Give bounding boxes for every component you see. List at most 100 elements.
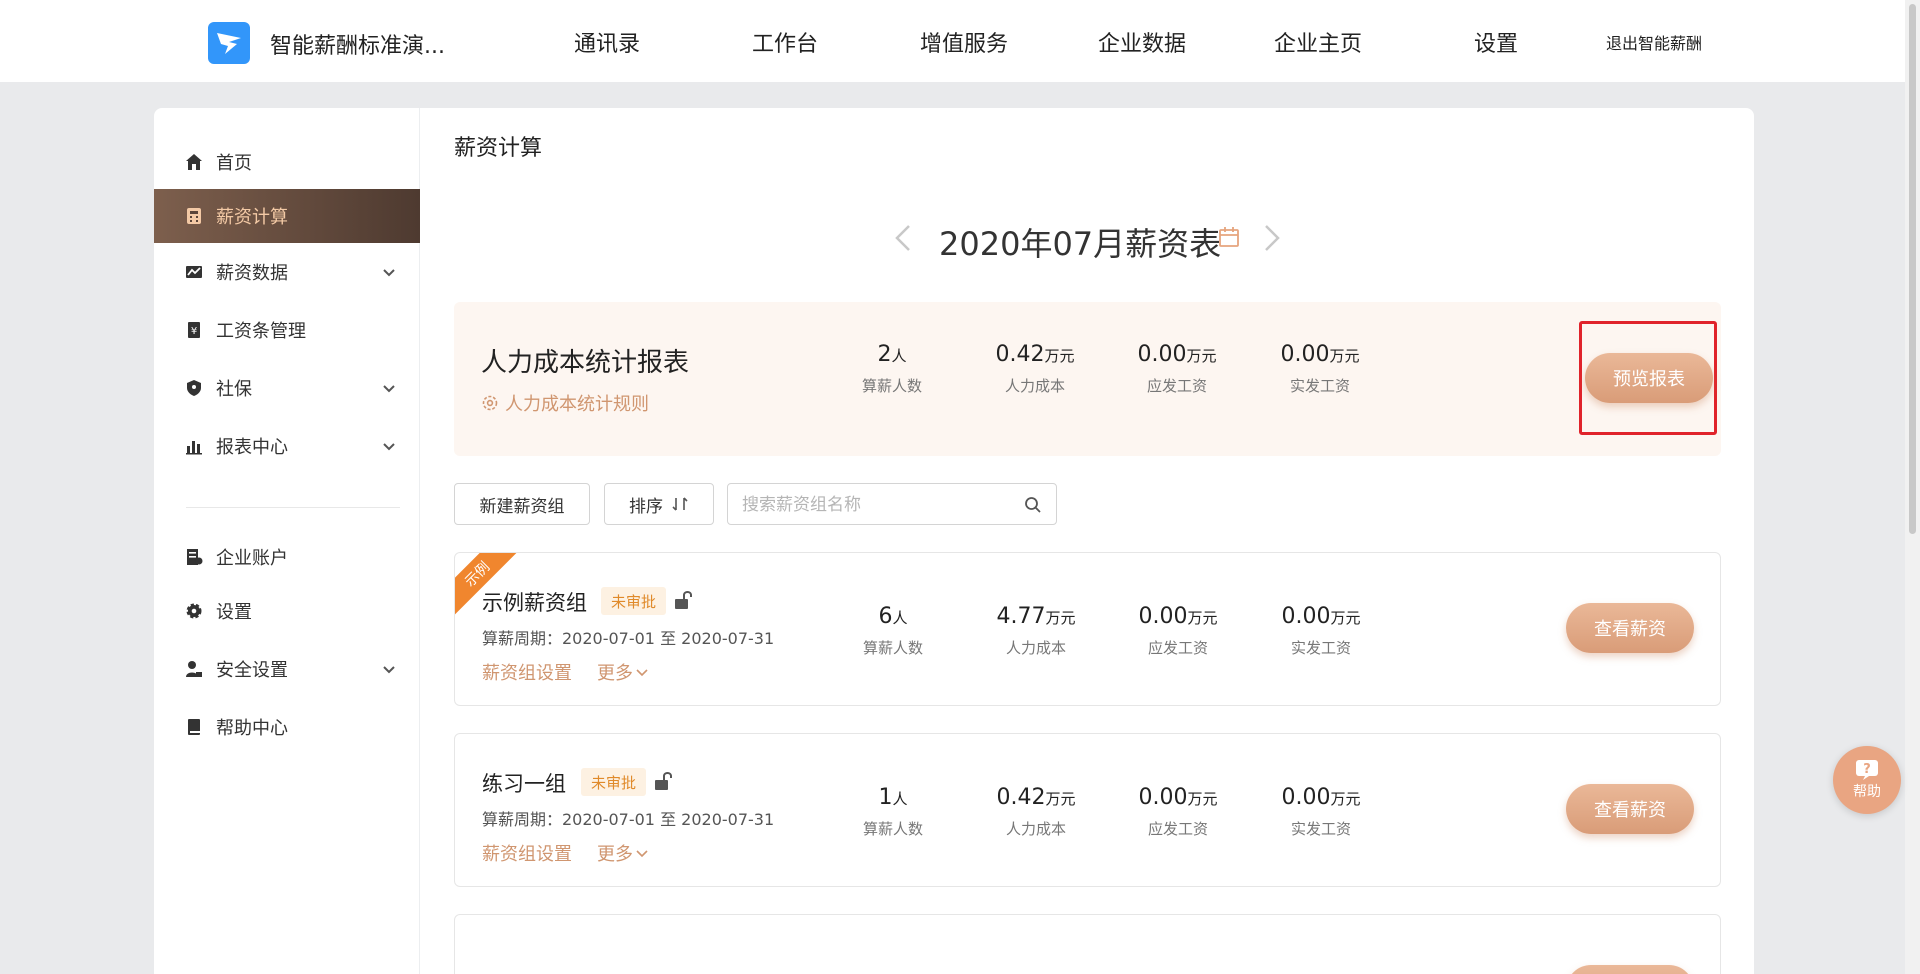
view-salary-button[interactable]: 查看薪资: [1566, 784, 1694, 834]
stat-label: 算薪人数: [862, 639, 923, 657]
sidebar: 首页 薪资计算 薪资数据 ¥ 工资条管理 社保 报表中心 企业账户 设置 安全设…: [154, 108, 420, 974]
sidebar-item-label: 薪资计算: [216, 207, 288, 228]
sidebar-item-settings[interactable]: 设置: [154, 584, 420, 638]
stat-unit: 万元: [1045, 609, 1076, 627]
nav-enterprise-home[interactable]: 企业主页: [1274, 26, 1362, 58]
nav-settings[interactable]: 设置: [1474, 26, 1518, 58]
chevron-left-icon[interactable]: [891, 223, 915, 253]
status-badge: 未审批: [581, 768, 647, 796]
sidebar-item-label: 社保: [216, 379, 252, 400]
page-scrollbar[interactable]: [1905, 0, 1920, 974]
top-navbar: 智能薪酬标准演... 通讯录 工作台 增值服务 企业数据 企业主页 设置 退出智…: [0, 0, 1905, 82]
stat-gross-pay: 0.00万元 应发工资: [1113, 785, 1243, 839]
stat-label: 应发工资: [1147, 820, 1208, 838]
stat-gross-pay: 0.00万元 应发工资: [1112, 342, 1242, 396]
nav-enterprise-data[interactable]: 企业数据: [1098, 26, 1186, 58]
unlock-icon[interactable]: [672, 589, 694, 611]
stat-label: 人力成本: [1004, 377, 1065, 395]
report-card: 人力成本统计报表 人力成本统计规则 2人 算薪人数 0.42万元 人力成本 0.…: [454, 302, 1721, 456]
search-box: [727, 483, 1057, 525]
sidebar-item-label: 安全设置: [216, 660, 288, 681]
view-salary-button-partial[interactable]: [1566, 965, 1694, 974]
stat-label: 人力成本: [1005, 820, 1066, 838]
chevron-right-icon[interactable]: [1260, 223, 1284, 253]
sidebar-item-salary-calc[interactable]: 薪资计算: [154, 189, 420, 243]
sidebar-item-label: 薪资数据: [216, 263, 288, 284]
sidebar-item-home[interactable]: 首页: [154, 135, 420, 189]
gear-icon: [482, 395, 498, 411]
stat-value: 6: [878, 604, 893, 629]
sidebar-item-payslip[interactable]: ¥ 工资条管理: [154, 303, 420, 357]
more-label: 更多: [597, 844, 633, 865]
search-input[interactable]: [742, 493, 1012, 517]
more-link[interactable]: 更多: [597, 659, 649, 685]
nav-value-added[interactable]: 增值服务: [920, 26, 1008, 58]
nav-exit[interactable]: 退出智能薪酬: [1606, 30, 1702, 54]
sort-label: 排序: [629, 496, 663, 517]
main-card: 首页 薪资计算 薪资数据 ¥ 工资条管理 社保 报表中心 企业账户 设置 安全设…: [154, 108, 1754, 974]
salary-group-card-partial: [454, 914, 1721, 974]
stat-unit: 万元: [1187, 790, 1218, 808]
more-link[interactable]: 更多: [597, 840, 649, 866]
stat-label: 应发工资: [1147, 639, 1208, 657]
view-salary-button[interactable]: 查看薪资: [1566, 603, 1694, 653]
stat-net-pay: 0.00万元 实发工资: [1256, 604, 1386, 658]
sort-button[interactable]: 排序: [604, 483, 714, 525]
help-icon: ?: [1856, 760, 1878, 780]
preview-report-button[interactable]: 预览报表: [1585, 353, 1713, 403]
month-title: 2020年07月薪资表: [939, 225, 1222, 263]
scrollbar-thumb[interactable]: [1909, 4, 1916, 534]
stat-value: 0.00: [1138, 604, 1188, 629]
sidebar-item-reports[interactable]: 报表中心: [154, 419, 420, 473]
app-logo-icon[interactable]: [208, 22, 250, 64]
sidebar-item-social-security[interactable]: 社保: [154, 361, 420, 415]
chevron-down-icon: [383, 269, 395, 277]
payslip-icon: ¥: [184, 320, 204, 340]
status-badge: 未审批: [601, 587, 667, 615]
nav-contacts[interactable]: 通讯录: [574, 26, 640, 58]
unlock-icon[interactable]: [652, 770, 674, 792]
sidebar-item-label: 帮助中心: [216, 718, 288, 739]
stat-value: 0.42: [995, 342, 1045, 367]
app-title[interactable]: 智能薪酬标准演...: [270, 28, 445, 60]
search-icon[interactable]: [1024, 496, 1042, 514]
chevron-down-icon: [383, 666, 395, 674]
chevron-down-icon: [636, 850, 648, 858]
stat-label: 人力成本: [1005, 639, 1066, 657]
sidebar-item-enterprise-account[interactable]: 企业账户: [154, 530, 420, 584]
calendar-icon[interactable]: [1218, 226, 1240, 248]
stat-value: 2: [877, 342, 892, 367]
new-salary-group-button[interactable]: 新建薪资组: [454, 483, 590, 525]
stat-unit: 万元: [1186, 347, 1217, 365]
group-settings-link[interactable]: 薪资组设置: [482, 840, 572, 866]
stat-headcount: 2人 算薪人数: [827, 342, 957, 396]
chevron-down-icon: [383, 443, 395, 451]
stat-unit: 万元: [1044, 347, 1075, 365]
group-settings-link[interactable]: 薪资组设置: [482, 659, 572, 685]
stat-value: 0.42: [996, 785, 1046, 810]
chevron-down-icon: [636, 669, 648, 677]
sidebar-item-label: 工资条管理: [216, 321, 306, 342]
stat-unit: 人: [892, 790, 908, 808]
sidebar-item-label: 报表中心: [216, 437, 288, 458]
help-float-button[interactable]: ? 帮助: [1833, 746, 1901, 814]
stat-unit: 万元: [1330, 790, 1361, 808]
svg-text:¥: ¥: [191, 326, 197, 337]
sidebar-item-security[interactable]: 安全设置: [154, 642, 420, 696]
stat-label: 算薪人数: [861, 377, 922, 395]
sidebar-item-salary-data[interactable]: 薪资数据: [154, 245, 420, 299]
sidebar-item-label: 设置: [216, 602, 252, 623]
stat-unit: 人: [892, 609, 908, 627]
user-lock-icon: [184, 659, 204, 679]
shield-icon: [184, 378, 204, 398]
chart-icon: [184, 262, 204, 282]
help-label: 帮助: [1853, 784, 1881, 800]
sidebar-item-help[interactable]: 帮助中心: [154, 700, 420, 754]
nav-workbench[interactable]: 工作台: [752, 26, 818, 58]
group-name: 示例薪资组: [482, 591, 587, 615]
gear-icon: [184, 601, 204, 621]
salary-group-card: 示例 示例薪资组 未审批 算薪周期：2020-07-01 至 2020-07-3…: [454, 552, 1721, 706]
stat-value: 0.00: [1138, 785, 1188, 810]
report-rule-link[interactable]: 人力成本统计规则: [481, 390, 649, 416]
sidebar-divider: [186, 507, 400, 508]
